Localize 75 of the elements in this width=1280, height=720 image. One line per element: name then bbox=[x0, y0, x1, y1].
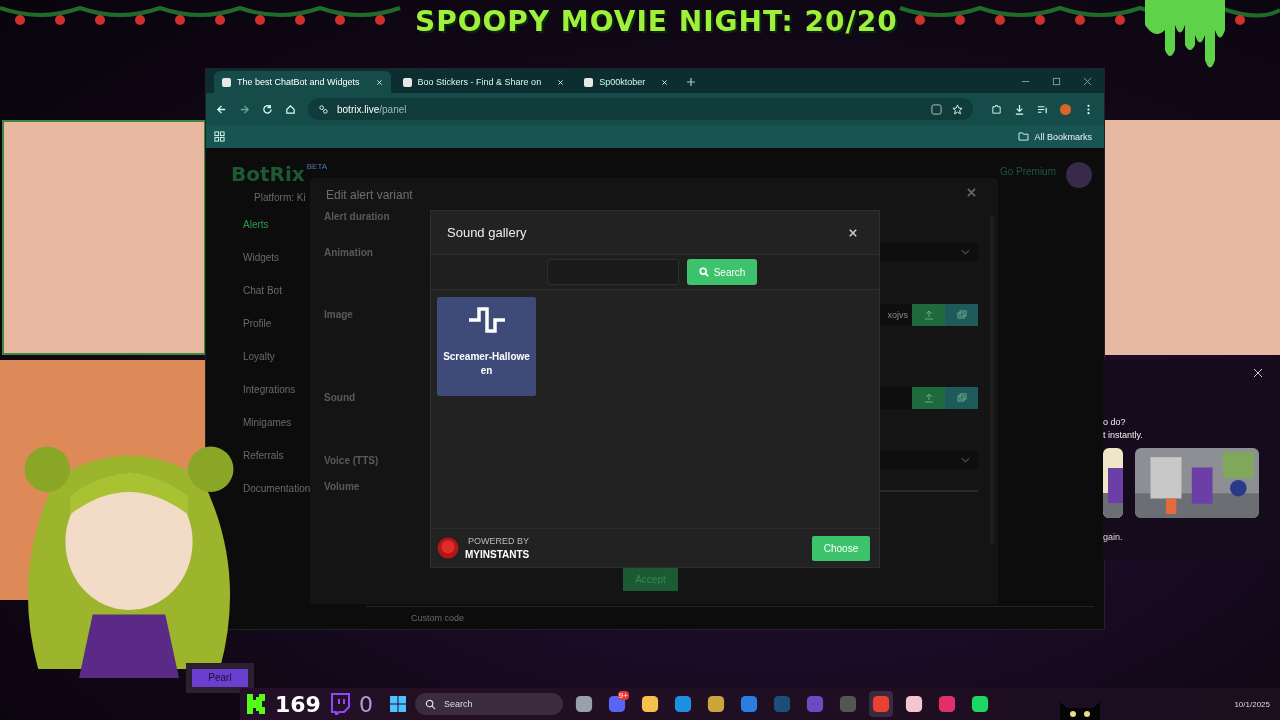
search-button[interactable]: Search bbox=[687, 259, 757, 285]
provider-name: MYINSTANTS bbox=[465, 548, 530, 561]
field-label: Sound bbox=[324, 392, 357, 403]
taskbar-search-field[interactable]: Search bbox=[414, 693, 563, 715]
taskbar-date: 10/1/2025 bbox=[1234, 699, 1270, 709]
viewer-count: 169 bbox=[275, 691, 321, 717]
extensions-icon[interactable] bbox=[991, 103, 1002, 115]
new-tab-icon[interactable] bbox=[686, 77, 697, 87]
sidebar-item[interactable]: Widgets bbox=[243, 252, 280, 266]
sound-name: Screamer-Halloween bbox=[442, 350, 531, 378]
field-label: Alert duration bbox=[324, 211, 391, 222]
field-label: Volume bbox=[324, 481, 361, 492]
popup-text: gain. bbox=[1103, 532, 1124, 542]
maximize-icon[interactable] bbox=[1052, 77, 1061, 86]
field-label: Image bbox=[324, 309, 354, 320]
popup-text: o do? bbox=[1103, 416, 1127, 429]
dialog-title: Edit alert variant bbox=[326, 188, 413, 202]
sidebar-item[interactable]: Chat Bot bbox=[243, 285, 282, 299]
chevron-icon bbox=[961, 249, 970, 255]
home-icon[interactable] bbox=[285, 103, 296, 115]
popup-text: t instantly. bbox=[1103, 429, 1144, 442]
profile-avatar-icon[interactable] bbox=[1060, 103, 1071, 115]
name-plate: Pearl bbox=[186, 663, 254, 693]
sound-card[interactable]: Screamer-Halloween bbox=[437, 297, 536, 396]
all-bookmarks-button[interactable]: All Bookmarks bbox=[1018, 131, 1096, 142]
choose-button[interactable]: Choose bbox=[812, 535, 870, 561]
gallery-button[interactable] bbox=[945, 386, 978, 409]
field-label: Animation bbox=[324, 246, 374, 258]
chat-bubble-icon bbox=[329, 693, 350, 715]
search-icon bbox=[698, 267, 709, 277]
sidebar-item[interactable]: Documentation bbox=[243, 483, 311, 497]
site-settings-icon[interactable] bbox=[318, 103, 329, 115]
powered-by-label: POWERED BY bbox=[468, 535, 530, 548]
start-icon[interactable] bbox=[389, 696, 406, 712]
star-icon[interactable] bbox=[952, 103, 963, 115]
gallery-button[interactable] bbox=[945, 303, 978, 326]
site-logo: BotRix bbox=[231, 162, 305, 186]
sidebar-item[interactable]: Alerts bbox=[243, 219, 269, 233]
browser-tab[interactable]: The best ChatBot and Widgets bbox=[214, 71, 391, 93]
back-icon[interactable] bbox=[216, 103, 227, 115]
browser-tab[interactable]: Sp00ktober bbox=[576, 71, 677, 93]
premium-link[interactable]: Go Premium bbox=[999, 166, 1056, 177]
forward-icon[interactable] bbox=[239, 103, 250, 115]
gallery-icon bbox=[956, 309, 967, 320]
buzzer-icon bbox=[437, 537, 459, 559]
notification-badge: 9+ bbox=[617, 691, 629, 700]
upload-button[interactable] bbox=[912, 303, 945, 326]
address-bar[interactable]: botrix.live/panel bbox=[308, 98, 973, 120]
download-icon[interactable] bbox=[1014, 103, 1025, 115]
folder-icon bbox=[1018, 132, 1030, 141]
upload-icon bbox=[923, 309, 934, 320]
upload-button[interactable] bbox=[912, 386, 945, 409]
k-logo-icon bbox=[246, 693, 266, 715]
close-icon[interactable] bbox=[1083, 77, 1092, 86]
viewer-count: 0 bbox=[358, 691, 373, 717]
sidebar-item[interactable]: Referrals bbox=[243, 450, 284, 464]
search-icon bbox=[424, 698, 436, 710]
platform-label: Platform: Ki bbox=[254, 192, 306, 203]
stream-title: SPOOPY MOVIE NIGHT: 20/20 bbox=[415, 5, 898, 38]
beta-label: BETA bbox=[306, 162, 327, 171]
chevron-icon bbox=[961, 457, 970, 463]
gallery-icon bbox=[956, 392, 967, 403]
field-label: Voice (TTS) bbox=[324, 454, 380, 466]
sidebar-item[interactable]: Integrations bbox=[243, 384, 296, 398]
apps-grid-icon[interactable] bbox=[214, 131, 225, 142]
browser-tab[interactable]: Boo Stickers - Find & Share on bbox=[394, 71, 573, 93]
waveform-icon bbox=[466, 306, 507, 334]
sidebar-item[interactable]: Minigames bbox=[243, 417, 292, 431]
dialog-title: Sound gallery bbox=[447, 225, 527, 240]
sidebar-item[interactable]: Profile bbox=[243, 318, 272, 332]
sidebar-item[interactable]: Loyalty bbox=[243, 351, 275, 365]
upload-icon bbox=[923, 392, 934, 403]
reload-icon[interactable] bbox=[262, 103, 273, 115]
custom-code-tab[interactable]: Custom code bbox=[411, 613, 465, 623]
media-icon[interactable] bbox=[1037, 103, 1048, 115]
